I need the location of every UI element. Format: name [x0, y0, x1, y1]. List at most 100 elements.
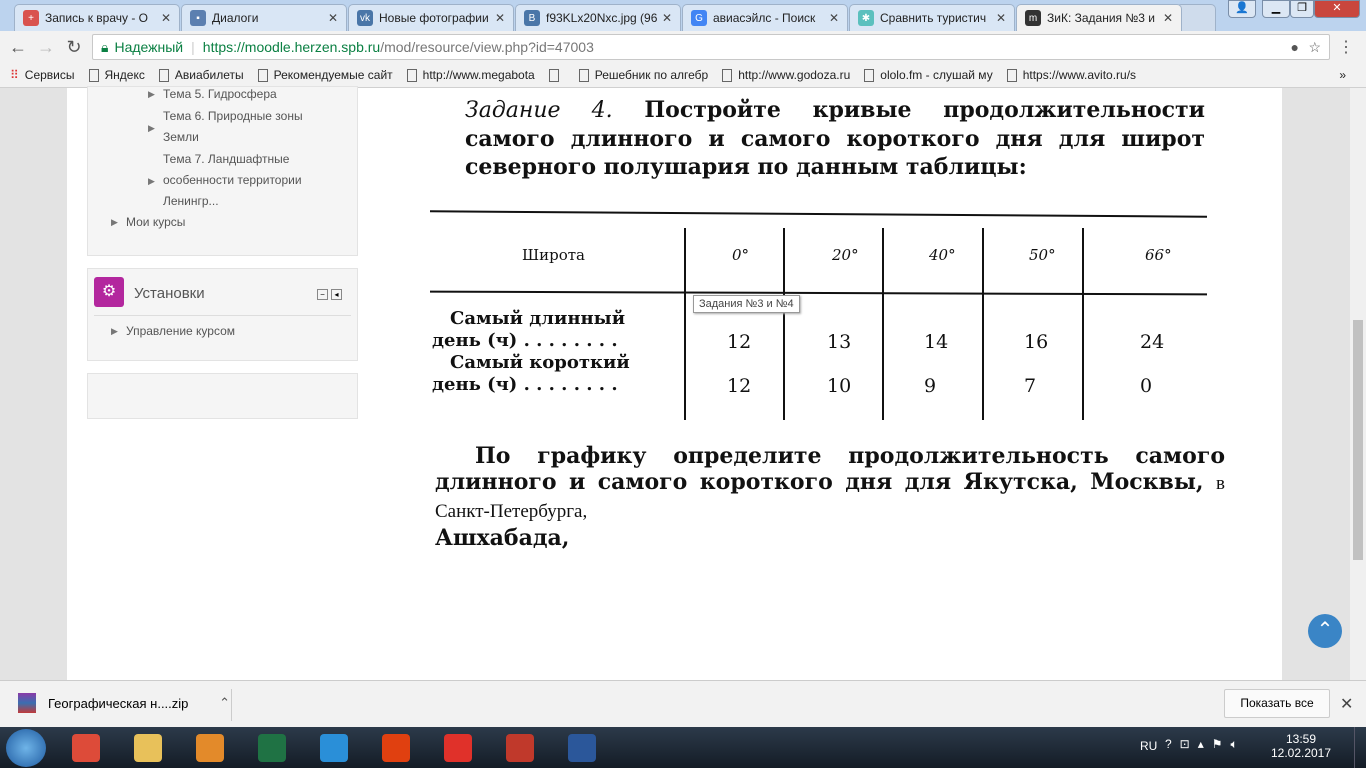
close-tab-icon[interactable]: ✕ — [662, 11, 672, 25]
audio-app-taskbar-icon[interactable] — [492, 730, 548, 766]
address-bar[interactable]: 🔒︎ Надежный | https://moodle.herzen.spb.… — [92, 34, 1330, 60]
close-tab-icon[interactable]: ✕ — [495, 11, 505, 25]
reload-button[interactable]: ↻ — [60, 37, 88, 58]
scrollbar[interactable] — [1350, 88, 1366, 680]
close-tab-icon[interactable]: ✕ — [829, 11, 839, 25]
url-path: /mod/resource/view.php?id=47003 — [380, 39, 594, 55]
table-cell: 7 — [1024, 375, 1037, 397]
tab-title: Новые фотографии — [379, 11, 489, 25]
bookmark-label: Решебник по алгебр — [594, 68, 709, 82]
yandex-browser-taskbar-icon[interactable] — [430, 730, 486, 766]
bookmark[interactable]: https://www.avito.ru/s — [1006, 68, 1137, 82]
forward-button[interactable]: → — [32, 37, 60, 58]
show-all-button[interactable]: Показать все — [1224, 689, 1330, 718]
word-taskbar-icon[interactable] — [554, 730, 610, 766]
bookmark[interactable] — [548, 68, 565, 82]
bookmark-label: http://www.godoza.ru — [738, 68, 851, 82]
url-host: https://moodle.herzen.spb.ru — [202, 39, 381, 55]
bookmark[interactable]: Яндекс — [88, 68, 145, 82]
table-cell: 0 — [1140, 375, 1153, 397]
browser-tab[interactable]: ✱ Сравнить туристич ✕ — [849, 4, 1015, 31]
taskbar: RU ?⊡▴⚑🔈︎ 13:59 12.02.2017 — [0, 727, 1366, 768]
show-desktop-button[interactable] — [1354, 727, 1366, 768]
browser-tab[interactable]: vk Новые фотографии ✕ — [348, 4, 514, 31]
browser-tab[interactable]: Bf93KLx20Nxc.jpg (96 ✕ — [515, 4, 681, 31]
bookmark-label: http://www.megabota — [422, 68, 535, 82]
my-courses-link[interactable]: ▶ Мои курсы — [111, 212, 185, 233]
close-tab-icon[interactable]: ✕ — [161, 11, 171, 25]
table-header-cell: 50° — [1029, 246, 1056, 264]
page-icon — [158, 68, 169, 82]
maximize-button[interactable]: ❐ — [1290, 0, 1314, 18]
collapse-block-icon[interactable]: − — [317, 289, 328, 300]
excel-taskbar-icon[interactable] — [244, 730, 300, 766]
question-text: По графику определите продолжительность … — [435, 443, 1225, 551]
chevron-up-icon[interactable]: ⌃ — [219, 695, 230, 711]
bookmark[interactable]: ⠿ Сервисы — [10, 68, 75, 82]
favicon-icon: B — [524, 10, 540, 26]
explorer-taskbar-icon[interactable] — [120, 730, 176, 766]
page-icon — [88, 68, 99, 82]
bookmark-label: Сервисы — [24, 68, 75, 82]
more-bookmarks-icon[interactable]: » — [1339, 68, 1346, 82]
bookmark[interactable]: Рекомендуемые сайт — [257, 68, 393, 82]
bookmark[interactable]: http://www.megabota — [406, 68, 535, 82]
tray-icons[interactable]: ?⊡▴⚑🔈︎ — [1165, 737, 1246, 752]
download-filename: Географическая н....zip — [48, 695, 189, 711]
table-row-label: Самый короткий день (ч) . . . . . . . . — [432, 352, 630, 395]
topic-link[interactable]: ▶ Тема 6. Природные зоны Земли — [148, 106, 323, 148]
tab-title: авиасэйлс - Поиск — [713, 11, 816, 25]
empty-block — [87, 373, 358, 419]
internet-explorer-taskbar-icon[interactable] — [306, 730, 362, 766]
apps-icon: ⠿ — [10, 68, 19, 82]
bookmark[interactable]: http://www.godoza.ru — [722, 68, 850, 82]
media-app-taskbar-icon[interactable] — [368, 730, 424, 766]
favicon-icon: ▪ — [190, 10, 206, 26]
start-button[interactable] — [6, 729, 46, 767]
tab-title: Сравнить туристич — [880, 11, 987, 25]
table-divider — [882, 228, 884, 420]
profile-button[interactable]: 👤 — [1228, 0, 1256, 18]
close-tab-icon[interactable]: ✕ — [996, 11, 1006, 25]
chrome-taskbar-icon[interactable] — [58, 730, 114, 766]
bookmark-label: https://www.avito.ru/s — [1022, 68, 1137, 82]
menu-icon[interactable]: ⋮ — [1338, 37, 1354, 57]
download-bar: Географическая н....zip ⌃ Показать все ✕ — [0, 680, 1366, 727]
bookmark[interactable]: ololo.fm - слушай му — [864, 68, 993, 82]
browser-tab[interactable]: Gавиасэйлс - Поиск ✕ — [682, 4, 848, 31]
blocked-content-icon[interactable]: ● — [1291, 39, 1299, 55]
scroll-to-top-button[interactable]: ⌃ — [1308, 614, 1342, 648]
bookmark[interactable]: Авиабилеты — [158, 68, 244, 82]
secure-label: Надежный — [114, 39, 184, 55]
task-text: Задание 4. Постройте кривые продолжитель… — [465, 97, 1205, 180]
browser-tab[interactable]: ▪ Диалоги ✕ — [181, 4, 347, 31]
browser-tab[interactable]: + Запись к врачу - О ✕ — [14, 4, 180, 31]
table-header-cell: Широта — [522, 246, 585, 264]
manage-course-link[interactable]: ▶ Управление курсом — [111, 321, 235, 342]
page-icon — [1006, 68, 1017, 82]
language-indicator[interactable]: RU — [1140, 739, 1157, 753]
table-cell: 12 — [727, 331, 752, 353]
close-tab-icon[interactable]: ✕ — [1163, 11, 1173, 25]
download-item[interactable]: Географическая н....zip ⌃ — [18, 693, 230, 713]
back-button[interactable]: ← — [4, 37, 32, 58]
close-download-bar-icon[interactable]: ✕ — [1340, 694, 1353, 714]
bookmark[interactable]: Решебник по алгебр — [578, 68, 709, 82]
favicon-icon: + — [23, 10, 39, 26]
close-tab-icon[interactable]: ✕ — [328, 11, 338, 25]
topic-link[interactable]: ▶ Тема 5. Гидросфера — [148, 84, 343, 105]
topic-link[interactable]: ▶ Тема 7. Ландшафтные особенности террито… — [148, 149, 323, 212]
browser-tab[interactable]: m ЗиК: Задания №3 и ✕ — [1016, 4, 1182, 31]
media-player-taskbar-icon[interactable] — [182, 730, 238, 766]
tab-title: f93KLx20Nxc.jpg (96 — [546, 11, 658, 25]
minimize-button[interactable]: ▁ — [1262, 0, 1290, 18]
table-header-cell: 0° — [732, 246, 750, 264]
close-window-button[interactable]: ✕ — [1314, 0, 1360, 18]
dock-block-icon[interactable]: ◂ — [331, 289, 342, 300]
star-icon[interactable]: ☆ — [1308, 39, 1321, 56]
clock[interactable]: 13:59 12.02.2017 — [1266, 732, 1336, 760]
table-cell: 16 — [1024, 331, 1049, 353]
new-tab-button[interactable] — [1176, 4, 1216, 31]
table-cell: 9 — [924, 375, 937, 397]
table-divider — [783, 228, 785, 420]
